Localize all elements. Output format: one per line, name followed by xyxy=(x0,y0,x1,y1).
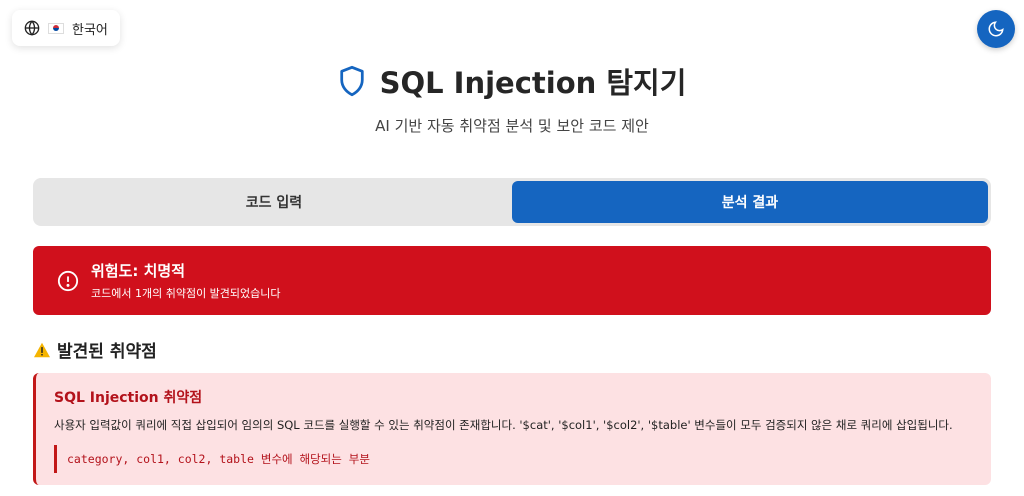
findings-title: 발견된 취약점 xyxy=(57,342,157,362)
vulnerability-title: SQL Injection 취약점 xyxy=(54,390,203,406)
page-subtitle: AI 기반 자동 취약점 분석 및 보안 코드 제안 xyxy=(375,117,649,135)
risk-banner: 위험도: 치명적 코드에서 1개의 취약점이 발견되었습니다 xyxy=(33,246,991,315)
language-label: 한국어 xyxy=(72,22,108,38)
tab-bar: 코드 입력 분석 결과 xyxy=(33,178,991,226)
vulnerability-description: 사용자 입력값이 쿼리에 직접 삽입되어 임의의 SQL 코드를 실행할 수 있… xyxy=(54,418,953,432)
theme-toggle-button[interactable] xyxy=(977,10,1015,48)
vulnerable-code-snippet: category, col1, col2, table 변수에 해당되는 부분 xyxy=(54,445,973,473)
page-header: SQL Injection 탐지기 xyxy=(0,60,1024,102)
warning-icon xyxy=(33,342,51,358)
kr-flag-icon xyxy=(48,22,64,34)
globe-icon xyxy=(24,20,40,36)
tab-code-input[interactable]: 코드 입력 xyxy=(36,181,512,223)
page-title: SQL Injection 탐지기 xyxy=(379,66,687,100)
language-selector[interactable]: 한국어 xyxy=(12,10,120,46)
shield-icon xyxy=(338,65,366,97)
tab-analysis-result[interactable]: 분석 결과 xyxy=(512,181,988,223)
risk-title: 위험도: 치명적 xyxy=(91,262,186,280)
risk-description: 코드에서 1개의 취약점이 발견되었습니다 xyxy=(91,287,281,300)
alert-circle-icon xyxy=(57,270,79,292)
vulnerability-card: SQL Injection 취약점 사용자 입력값이 쿼리에 직접 삽입되어 임… xyxy=(33,373,991,485)
moon-icon xyxy=(987,20,1005,38)
findings-heading: 발견된 취약점 xyxy=(33,337,157,362)
